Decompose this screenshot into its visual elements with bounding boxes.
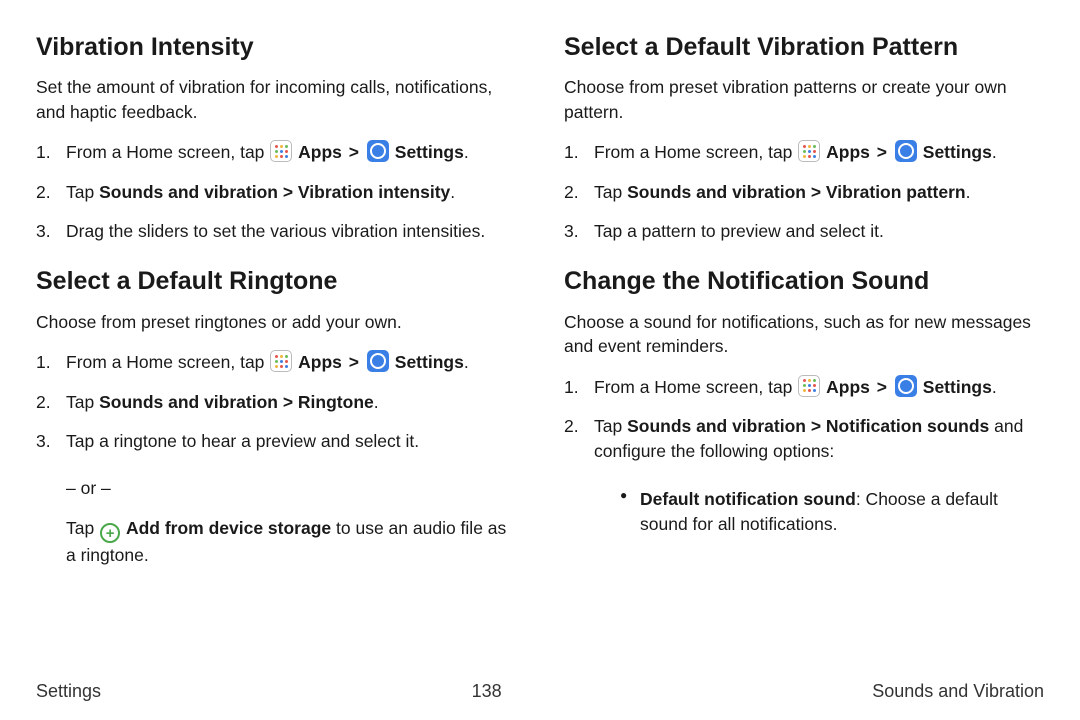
intro-text: Choose from preset ringtones or add your… — [36, 310, 516, 335]
heading-vibration-intensity: Vibration Intensity — [36, 32, 516, 63]
right-column: Select a Default Vibration Pattern Choos… — [564, 32, 1044, 671]
apps-label: Apps — [298, 142, 342, 162]
step-2: Tap Sounds and vibration > Notification … — [564, 414, 1044, 465]
steps-list: From a Home screen, tap Apps > Settings.… — [564, 140, 1044, 244]
apps-label: Apps — [298, 352, 342, 372]
settings-label: Settings — [395, 142, 464, 162]
apps-icon — [798, 140, 820, 162]
section-select-ringtone: Select a Default Ringtone Choose from pr… — [36, 266, 516, 568]
apps-icon — [798, 375, 820, 397]
page-content: Vibration Intensity Set the amount of vi… — [36, 32, 1044, 671]
footer-page-number: 138 — [472, 681, 502, 702]
sub-step: Tap + Add from device storage to use an … — [36, 516, 516, 569]
left-column: Vibration Intensity Set the amount of vi… — [36, 32, 516, 671]
heading-notification-sound: Change the Notification Sound — [564, 266, 1044, 297]
settings-icon — [895, 375, 917, 397]
settings-icon — [367, 140, 389, 162]
step-3: Drag the sliders to set the various vibr… — [36, 219, 516, 244]
bullet-list: Default notification sound: Choose a def… — [564, 487, 1044, 538]
add-label: Add from device storage — [126, 518, 331, 538]
step-2-bold: Sounds and vibration > Vibration pattern — [627, 182, 966, 202]
caret-icon: > — [877, 377, 887, 397]
page-footer: Settings 138 Sounds and Vibration — [36, 681, 1044, 702]
step-1: From a Home screen, tap Apps > Settings. — [564, 140, 1044, 165]
intro-text: Choose a sound for notifications, such a… — [564, 310, 1044, 359]
step-2-bold: Sounds and vibration > Vibration intensi… — [99, 182, 450, 202]
step-1: From a Home screen, tap Apps > Settings. — [36, 140, 516, 165]
caret-icon: > — [349, 352, 359, 372]
intro-text: Choose from preset vibration patterns or… — [564, 75, 1044, 124]
settings-label: Settings — [923, 142, 992, 162]
footer-right: Sounds and Vibration — [872, 681, 1044, 702]
steps-list: From a Home screen, tap Apps > Settings.… — [36, 140, 516, 244]
step-2: Tap Sounds and vibration > Vibration pat… — [564, 180, 1044, 205]
step-1: From a Home screen, tap Apps > Settings. — [564, 375, 1044, 400]
settings-label: Settings — [395, 352, 464, 372]
caret-icon: > — [877, 142, 887, 162]
settings-icon — [367, 350, 389, 372]
step-2-bold: Sounds and vibration > Ringtone — [99, 392, 374, 412]
steps-list: From a Home screen, tap Apps > Settings.… — [36, 350, 516, 454]
section-notification-sound: Change the Notification Sound Choose a s… — [564, 266, 1044, 537]
apps-icon — [270, 350, 292, 372]
footer-left: Settings — [36, 681, 101, 702]
intro-text: Set the amount of vibration for incoming… — [36, 75, 516, 124]
add-icon: + — [100, 523, 120, 543]
step-2-bold: Sounds and vibration > Notification soun… — [627, 416, 989, 436]
step-2: Tap Sounds and vibration > Ringtone. — [36, 390, 516, 415]
step-2: Tap Sounds and vibration > Vibration int… — [36, 180, 516, 205]
bullet-bold: Default notification sound — [640, 489, 856, 509]
section-vibration-intensity: Vibration Intensity Set the amount of vi… — [36, 32, 516, 244]
caret-icon: > — [349, 142, 359, 162]
step-3: Tap a ringtone to hear a preview and sel… — [36, 429, 516, 454]
bullet-item: Default notification sound: Choose a def… — [620, 487, 1044, 538]
step-1: From a Home screen, tap Apps > Settings. — [36, 350, 516, 375]
settings-icon — [895, 140, 917, 162]
apps-label: Apps — [826, 377, 870, 397]
settings-label: Settings — [923, 377, 992, 397]
step-3: Tap a pattern to preview and select it. — [564, 219, 1044, 244]
apps-icon — [270, 140, 292, 162]
or-divider: – or – — [36, 476, 516, 501]
apps-label: Apps — [826, 142, 870, 162]
heading-select-ringtone: Select a Default Ringtone — [36, 266, 516, 297]
steps-list: From a Home screen, tap Apps > Settings.… — [564, 375, 1044, 465]
heading-vibration-pattern: Select a Default Vibration Pattern — [564, 32, 1044, 63]
section-vibration-pattern: Select a Default Vibration Pattern Choos… — [564, 32, 1044, 244]
